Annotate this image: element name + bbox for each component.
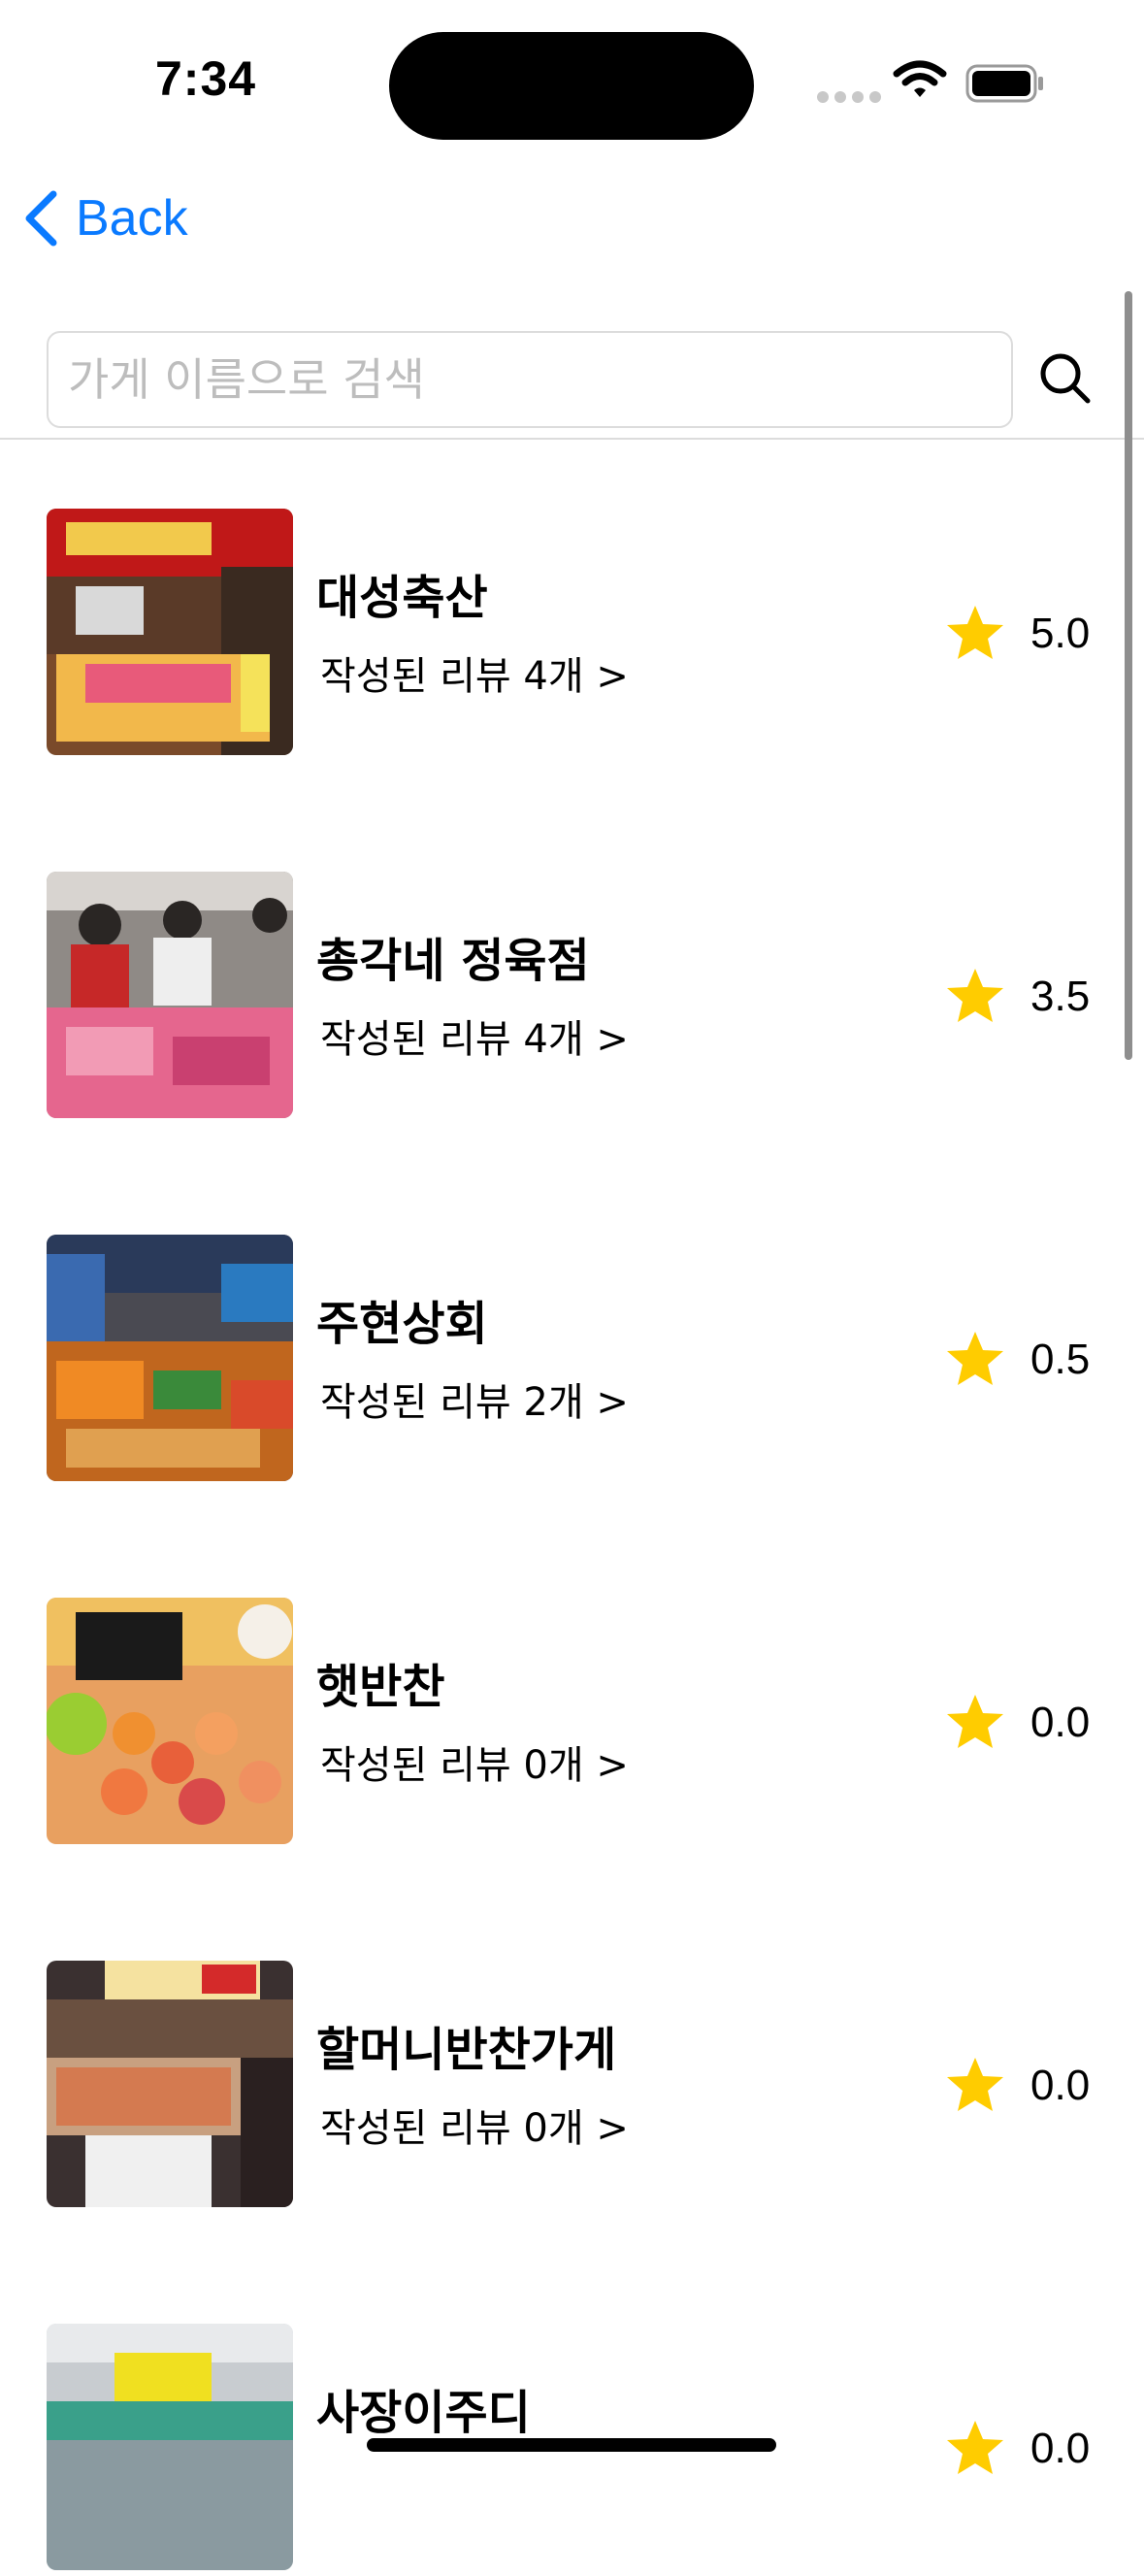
store-name: 총각네 정육점 [316,934,590,988]
star-icon [947,1695,1003,1748]
store-name: 사장이주디 [316,2386,531,2440]
store-row[interactable]: 햇반찬 작성된 리뷰 0개 > 0.0 [0,1598,1116,1850]
rating-value: 3.5 [1030,973,1091,1020]
search-input[interactable] [47,331,1013,428]
rating-value: 0.0 [1030,2062,1091,2109]
review-count-link[interactable]: 작성된 리뷰 4개 > [320,644,629,701]
review-count-link[interactable]: 작성된 리뷰 2개 > [320,1371,629,1427]
store-image [47,872,293,1118]
store-row[interactable]: 대성축산 작성된 리뷰 4개 > 5.0 [0,509,1116,761]
wifi-icon [893,60,947,105]
store-name: 대성축산 [316,571,488,625]
star-icon [947,606,1003,659]
search-icon [1040,353,1091,404]
star-icon [947,969,1003,1022]
store-row[interactable]: 할머니반찬가게 작성된 리뷰 0개 > 0.0 [0,1961,1116,2213]
home-indicator[interactable] [367,2438,776,2452]
search-button[interactable] [1036,349,1095,412]
status-time: 7:34 [155,51,257,106]
store-image [47,2324,293,2570]
store-name: 주현상회 [316,1297,488,1351]
dynamic-island [389,32,754,140]
star-icon [947,2058,1003,2111]
back-button[interactable]: Back [23,184,188,252]
cellular-signal-icon [817,91,881,103]
store-name: 햇반찬 [316,1660,445,1714]
rating-value: 0.5 [1030,1336,1091,1383]
star-icon [947,1332,1003,1385]
store-row[interactable]: 주현상회 작성된 리뷰 2개 > 0.5 [0,1235,1116,1487]
search-divider [0,438,1144,440]
store-image [47,1235,293,1481]
star-icon [947,2421,1003,2474]
rating-value: 0.0 [1030,2425,1091,2472]
review-count-link[interactable]: 작성된 리뷰 4개 > [320,1007,629,1064]
store-row[interactable]: 총각네 정육점 작성된 리뷰 4개 > 3.5 [0,872,1116,1124]
rating-value: 5.0 [1030,610,1091,657]
back-label: Back [76,190,188,247]
review-count-link[interactable]: 작성된 리뷰 0개 > [320,2097,629,2153]
scrollbar[interactable] [1125,291,1132,1060]
store-image [47,1598,293,1844]
review-count-link[interactable]: 작성된 리뷰 0개 > [320,1734,629,1790]
rating-value: 0.0 [1030,1699,1091,1746]
battery-icon [965,64,1045,107]
store-name: 할머니반찬가게 [316,2023,617,2077]
store-image [47,509,293,755]
store-image [47,1961,293,2207]
chevron-left-icon [25,190,57,247]
